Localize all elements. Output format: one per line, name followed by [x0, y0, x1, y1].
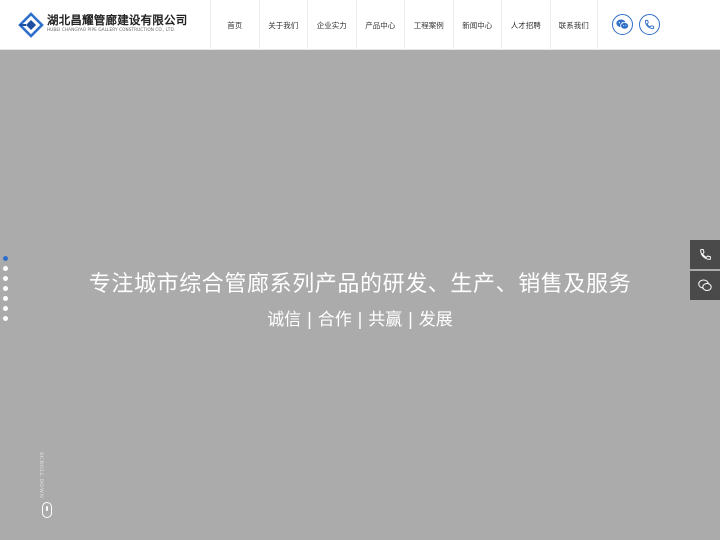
nav-item-about[interactable]: 关于我们 — [258, 0, 308, 50]
wechat-button[interactable] — [612, 14, 633, 35]
pager-dot[interactable] — [3, 256, 8, 261]
site-header: 湖北昌耀管廊建设有限公司 HUBEI CHANGYAO PIPE GALLERY… — [0, 0, 720, 50]
floating-contact-bar — [690, 240, 720, 302]
float-chat-button[interactable] — [690, 271, 720, 300]
company-name: 湖北昌耀管廊建设有限公司 — [47, 13, 188, 27]
phone-button[interactable] — [639, 14, 660, 35]
float-phone-button[interactable] — [690, 240, 720, 269]
nav-item-careers[interactable]: 人才招聘 — [501, 0, 550, 50]
pager-dot[interactable] — [3, 296, 8, 301]
logo[interactable]: 湖北昌耀管廊建设有限公司 HUBEI CHANGYAO PIPE GALLERY… — [18, 10, 208, 40]
chat-icon — [698, 279, 712, 291]
hero-subtitle: 诚信 | 合作 | 共赢 | 发展 — [267, 310, 453, 330]
pager-dot[interactable] — [3, 286, 8, 291]
company-name-en: HUBEI CHANGYAO PIPE GALLERY CONSTRUCTION… — [47, 27, 176, 32]
nav-item-contact[interactable]: 联系我们 — [549, 0, 598, 50]
scroll-down-label: SCROLL DOWN — [38, 452, 44, 499]
nav-item-products[interactable]: 产品中心 — [355, 0, 405, 50]
slide-pager — [3, 256, 9, 326]
pager-dot[interactable] — [3, 306, 8, 311]
main-nav: 首页 关于我们 企业实力 产品中心 工程案例 新闻中心 人才招聘 联系我们 — [210, 0, 598, 50]
pager-dot[interactable] — [3, 266, 8, 271]
phone-icon — [644, 19, 655, 30]
mouse-wheel — [46, 506, 48, 511]
phone-icon — [699, 249, 711, 260]
wechat-icon — [616, 19, 629, 30]
pager-dot[interactable] — [3, 276, 8, 281]
nav-item-home[interactable]: 首页 — [210, 0, 259, 50]
nav-item-news[interactable]: 新闻中心 — [452, 0, 502, 50]
nav-item-cases[interactable]: 工程案例 — [404, 0, 453, 50]
hero-title: 专注城市综合管廊系列产品的研发、生产、销售及服务 — [88, 272, 632, 297]
pager-dot[interactable] — [3, 316, 8, 321]
scroll-down-mouse-icon[interactable] — [42, 502, 52, 518]
logo-mark-icon — [18, 12, 44, 38]
nav-item-strength[interactable]: 企业实力 — [307, 0, 356, 50]
